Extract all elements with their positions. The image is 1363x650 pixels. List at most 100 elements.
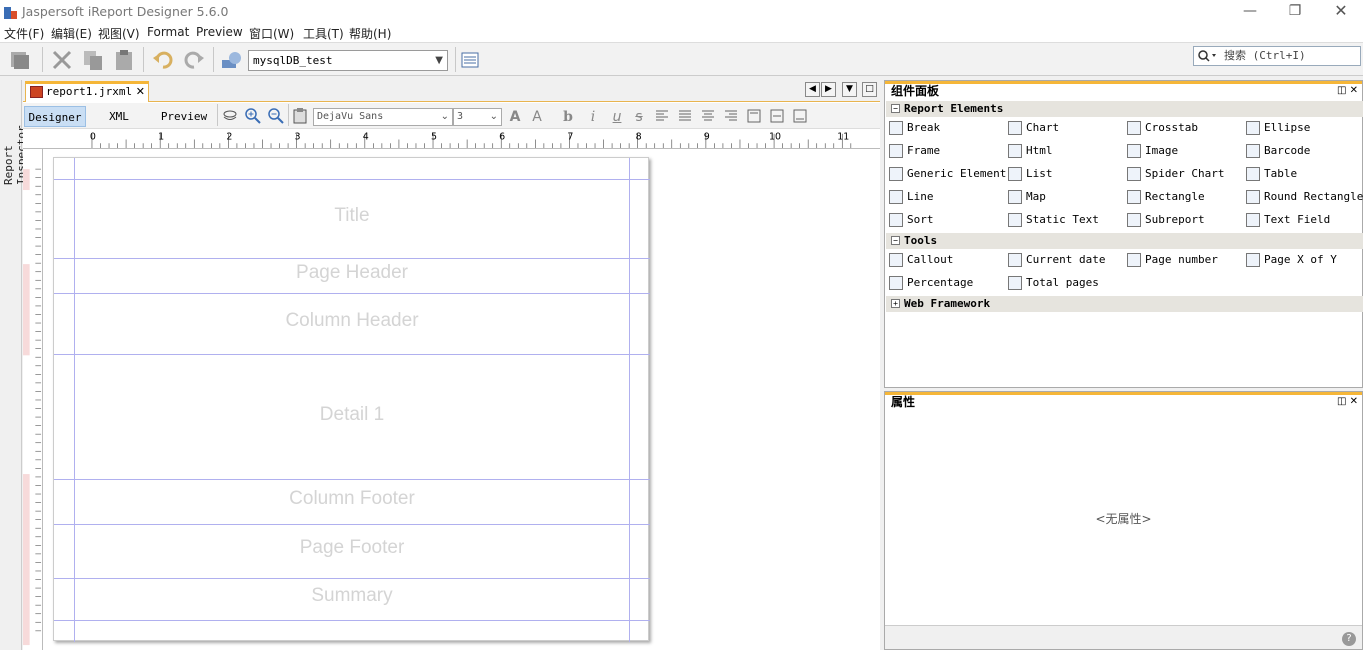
close-tab-icon[interactable]: ✕ (136, 84, 145, 100)
bold-button[interactable]: b (559, 108, 577, 126)
menu-preview[interactable]: Preview (196, 25, 243, 39)
designer-tab[interactable]: Designer (24, 106, 86, 127)
menu-view[interactable]: 视图(V) (98, 25, 140, 42)
menu-file[interactable]: 文件(F) (4, 25, 44, 42)
strikethrough-button[interactable]: s (630, 108, 648, 126)
zoom-in-icon[interactable] (244, 107, 262, 125)
report-page[interactable]: Title Page Header Column Header Detail 1… (53, 157, 650, 642)
restore-button[interactable]: ❐ (1272, 0, 1318, 24)
palette-item-generic-element[interactable]: Generic Element (887, 164, 1006, 184)
palette-item-callout[interactable]: Callout (887, 250, 953, 270)
zoom-out-icon[interactable] (267, 107, 285, 125)
layers-icon[interactable] (221, 107, 239, 125)
palette-item-image[interactable]: Image (1125, 141, 1178, 161)
paste-icon[interactable] (112, 48, 136, 72)
search-input[interactable]: 搜索 (Ctrl+I) (1193, 46, 1361, 66)
band-separator[interactable] (54, 293, 650, 294)
band-summary[interactable]: Summary (54, 585, 650, 607)
align-left-icon[interactable] (654, 108, 670, 124)
palette-item-spider-chart[interactable]: Spider Chart (1125, 164, 1224, 184)
palette-item-barcode[interactable]: Barcode (1244, 141, 1310, 161)
palette-item-text-field[interactable]: Text Field (1244, 210, 1330, 230)
copy-icon[interactable] (81, 48, 105, 72)
align-right-icon[interactable] (723, 108, 739, 124)
expand-icon[interactable]: + (891, 299, 900, 308)
tab-list-icon[interactable]: ▼ (842, 82, 857, 97)
palette-section-report-elements[interactable]: − Report Elements (886, 101, 1363, 117)
close-button[interactable]: ✕ (1318, 0, 1363, 24)
palette-item-static-text[interactable]: Static Text (1006, 210, 1099, 230)
valign-bottom-icon[interactable] (792, 108, 808, 124)
tab-report1[interactable]: report1.jrxml ✕ (25, 81, 149, 102)
minimize-button[interactable]: — (1227, 0, 1273, 24)
band-page-header[interactable]: Page Header (54, 262, 650, 284)
decrease-font-icon[interactable]: A (528, 108, 546, 126)
menu-format[interactable]: Format (147, 25, 189, 39)
paste-format-icon[interactable] (291, 107, 309, 125)
redo-icon[interactable] (182, 48, 206, 72)
design-canvas[interactable]: Title Page Header Column Header Detail 1… (44, 149, 880, 650)
scroll-right-icon[interactable]: ▶ (821, 82, 836, 97)
palette-item-table[interactable]: Table (1244, 164, 1297, 184)
report-inspector-tab[interactable]: Report Inspector (2, 85, 28, 185)
palette-item-rectangle[interactable]: Rectangle (1125, 187, 1205, 207)
palette-item-subreport[interactable]: Subreport (1125, 210, 1205, 230)
palette-item-frame[interactable]: Frame (887, 141, 940, 161)
band-column-footer[interactable]: Column Footer (54, 488, 650, 510)
band-title[interactable]: Title (54, 205, 650, 227)
palette-item-total-pages[interactable]: Total pages (1006, 273, 1099, 293)
band-page-footer[interactable]: Page Footer (54, 537, 650, 559)
menu-edit[interactable]: 编辑(E) (51, 25, 92, 42)
palette-section-tools[interactable]: − Tools (886, 233, 1363, 249)
palette-item-crosstab[interactable]: Crosstab (1125, 118, 1198, 138)
band-separator[interactable] (54, 524, 650, 525)
datasource-select[interactable]: mysqlDB_test ▼ (248, 50, 448, 71)
menu-window[interactable]: 窗口(W) (249, 25, 294, 42)
band-detail-1[interactable]: Detail 1 (54, 404, 650, 426)
italic-button[interactable]: i (584, 108, 602, 126)
palette-item-map[interactable]: Map (1006, 187, 1046, 207)
palette-item-ellipse[interactable]: Ellipse (1244, 118, 1310, 138)
palette-item-current-date[interactable]: Current date (1006, 250, 1105, 270)
palette-item-break[interactable]: Break (887, 118, 940, 138)
palette-item-line[interactable]: Line (887, 187, 934, 207)
band-column-header[interactable]: Column Header (54, 310, 650, 332)
maximize-editor-icon[interactable]: □ (862, 82, 877, 97)
valign-top-icon[interactable] (746, 108, 762, 124)
cut-icon[interactable] (50, 48, 74, 72)
palette-item-html[interactable]: Html (1006, 141, 1053, 161)
palette-item-page-x-of-y[interactable]: Page X of Y (1244, 250, 1337, 270)
increase-font-icon[interactable]: A (506, 108, 524, 126)
preview-tab[interactable]: Preview (153, 106, 215, 127)
band-separator[interactable] (54, 479, 650, 480)
band-separator[interactable] (54, 258, 650, 259)
palette-item-chart[interactable]: Chart (1006, 118, 1059, 138)
font-size-select[interactable]: 3 ⌄ (453, 108, 502, 126)
menu-tools[interactable]: 工具(T) (303, 25, 344, 42)
align-center-icon[interactable] (700, 108, 716, 124)
palette-item-sort[interactable]: Sort (887, 210, 934, 230)
palette-item-round-rectangle[interactable]: Round Rectangle (1244, 187, 1363, 207)
datasource-icon[interactable] (220, 48, 244, 72)
collapse-icon[interactable]: − (891, 104, 900, 113)
scroll-left-icon[interactable]: ◀ (805, 82, 820, 97)
band-separator[interactable] (54, 578, 650, 579)
save-all-icon[interactable] (8, 48, 32, 72)
palette-item-percentage[interactable]: Percentage (887, 273, 973, 293)
palette-item-page-number[interactable]: Page number (1125, 250, 1218, 270)
help-icon[interactable]: ? (1342, 632, 1356, 646)
panel-controls[interactable]: ◫ ✕ (1337, 84, 1358, 98)
xml-tab[interactable]: XML (93, 106, 145, 127)
menu-help[interactable]: 帮助(H) (349, 25, 391, 42)
font-family-select[interactable]: DejaVu Sans ⌄ (313, 108, 453, 126)
band-separator[interactable] (54, 354, 650, 355)
underline-button[interactable]: u (608, 108, 626, 126)
undo-icon[interactable] (151, 48, 175, 72)
report-query-icon[interactable] (458, 48, 482, 72)
valign-middle-icon[interactable] (769, 108, 785, 124)
palette-item-list[interactable]: List (1006, 164, 1053, 184)
align-justify-icon[interactable] (677, 108, 693, 124)
collapse-icon[interactable]: − (891, 236, 900, 245)
panel-controls[interactable]: ◫ ✕ (1337, 395, 1358, 409)
palette-section-web-framework[interactable]: + Web Framework (886, 296, 1363, 312)
